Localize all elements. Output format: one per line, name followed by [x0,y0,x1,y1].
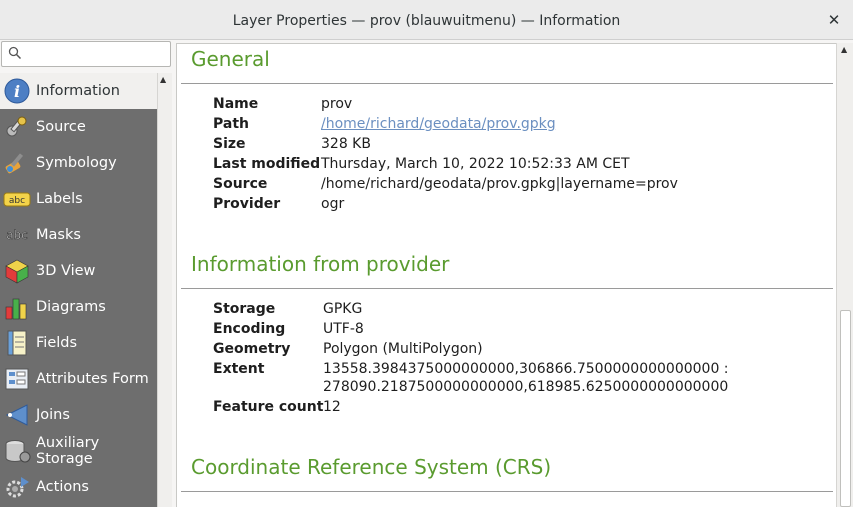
sidebar-item-label: Joins [36,407,70,423]
divider [181,83,833,84]
sidebar-item-label: Information [36,83,120,99]
close-button[interactable]: ✕ [825,11,843,29]
labels-abc-icon: abc [3,192,31,207]
sidebar-item-label: Masks [36,227,81,243]
diagrams-icon [5,298,27,320]
scroll-up-icon[interactable]: ▲ [841,45,847,54]
info-key: Last modified [213,156,321,172]
sidebar-item-label: Symbology [36,155,117,171]
layer-properties-window: Layer Properties — prov (blauwuitmenu) —… [0,0,853,507]
sidebar-item-fields[interactable]: Fields [0,325,157,361]
masks-abc-icon: abc [6,228,28,243]
info-value: 328 KB [321,136,371,152]
source-wrench-icon [6,116,27,137]
extent-value-line1: 13558.3984375000000000,306866.7500000000… [323,361,729,377]
path-link[interactable]: /home/richard/geodata/prov.gpkg [321,114,556,134]
fields-icon [7,330,27,356]
information-panel: General Name prov Path /home/richard/geo… [176,43,836,507]
3d-cube-icon [5,259,29,284]
main-scrollbar[interactable]: ▲ [836,43,853,507]
svg-text:abc: abc [9,196,25,206]
sidebar-item-diagrams[interactable]: Diagrams [0,289,157,325]
sidebar-list: i Information Source Symbology abc Label… [0,73,157,507]
sidebar-item-label: 3D View [36,263,96,279]
sidebar-item-label: Actions [36,479,89,495]
info-key: Geometry [213,341,291,357]
sidebar-item-actions[interactable]: Actions [0,469,157,505]
info-key: Path [213,116,249,132]
sidebar-item-label: Auxiliary Storage [36,435,100,467]
joins-icon [5,404,28,426]
scroll-up-icon[interactable]: ▲ [160,75,166,84]
sidebar-item-label: Labels [36,191,83,207]
sidebar-item-auxiliary-storage[interactable]: Auxiliary Storage [0,433,157,469]
scrollbar-thumb[interactable] [840,310,851,507]
info-key: Feature count [213,399,324,415]
sidebar-item-source[interactable]: Source [0,109,157,145]
info-key: Source [213,176,268,192]
sidebar-item-label: Source [36,119,86,135]
extent-value-line2: 278090.2187500000000000,618985.625000000… [323,379,729,395]
sidebar-item-label: Attributes Form [36,371,149,387]
section-heading-crs: Coordinate Reference System (CRS) [191,455,552,479]
sidebar: i Information Source Symbology abc Label… [0,73,172,507]
info-value: Thursday, March 10, 2022 10:52:33 AM CET [321,156,630,172]
window-title: Layer Properties — prov (blauwuitmenu) —… [232,13,621,29]
info-value: 12 [323,399,341,415]
symbology-brush-icon [5,153,24,174]
info-icon: i [4,78,30,104]
info-key: Provider [213,196,281,212]
info-key: Name [213,96,259,112]
auxiliary-storage-icon [5,440,31,463]
search-input[interactable] [1,41,171,67]
svg-text:i: i [14,82,20,101]
title-bar: Layer Properties — prov (blauwuitmenu) —… [0,0,853,40]
divider [181,288,833,289]
sidebar-scrollbar[interactable]: ▲ [157,73,172,507]
info-value: UTF-8 [323,321,364,337]
sidebar-item-attributes-form[interactable]: Attributes Form [0,361,157,397]
actions-gear-icon [6,477,29,498]
attributes-form-icon [5,368,29,390]
svg-text:abc: abc [6,228,28,242]
sidebar-item-label: Diagrams [36,299,106,315]
info-value: GPKG [323,301,363,317]
info-value: /home/richard/geodata/prov.gpkg|layernam… [321,176,678,192]
sidebar-item-information[interactable]: i Information [0,73,157,109]
info-key: Storage [213,301,276,317]
sidebar-item-labels[interactable]: abc Labels [0,181,157,217]
sidebar-item-joins[interactable]: Joins [0,397,157,433]
info-key: Encoding [213,321,286,337]
section-heading-general: General [191,47,270,71]
section-heading-provider: Information from provider [191,252,450,276]
info-value: Polygon (MultiPolygon) [323,341,483,357]
info-value: prov [321,96,353,112]
search-icon [8,46,22,60]
info-key: Extent [213,361,265,377]
sidebar-item-3d-view[interactable]: 3D View [0,253,157,289]
info-key: Size [213,136,246,152]
info-value: ogr [321,196,345,212]
divider [181,491,833,492]
sidebar-item-masks[interactable]: abc Masks [0,217,157,253]
sidebar-item-label: Fields [36,335,78,351]
sidebar-item-symbology[interactable]: Symbology [0,145,157,181]
